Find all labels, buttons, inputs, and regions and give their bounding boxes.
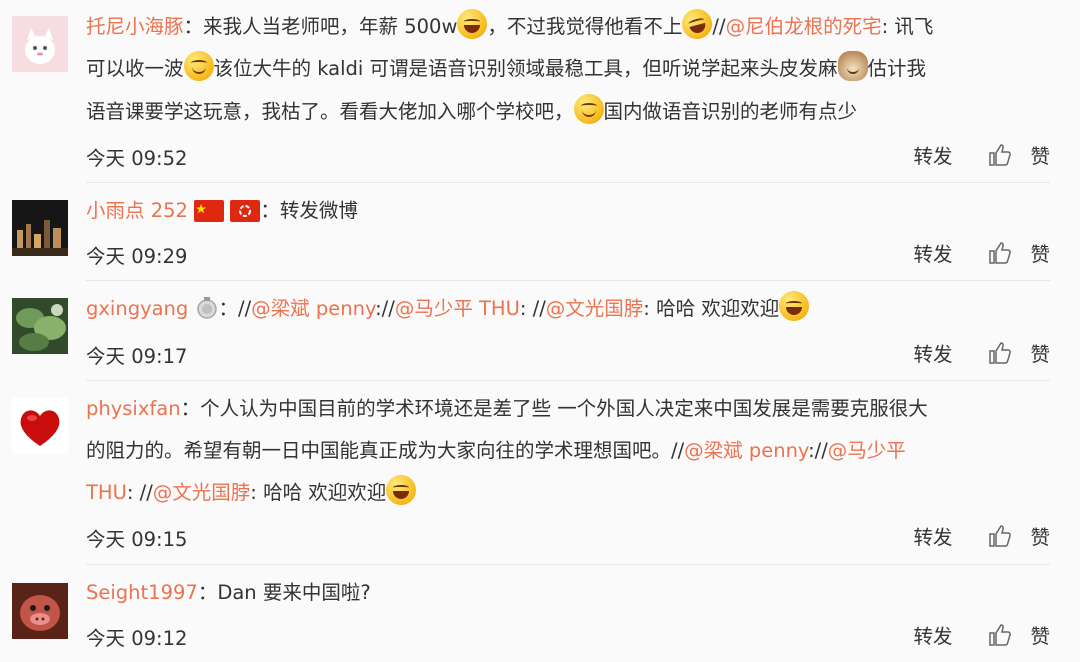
comment-text: //: [712, 15, 726, 38]
thumbs-up-icon[interactable]: [988, 524, 1012, 548]
comment-text: 可以收一波: [86, 57, 184, 80]
username-link[interactable]: Seight1997: [86, 581, 198, 604]
mention-link[interactable]: @梁斌 penny: [251, 297, 375, 320]
comment-actions: 转发 赞: [913, 338, 1050, 367]
city-night-avatar-image: [12, 200, 68, 256]
comment-actions: 转发 赞: [913, 521, 1050, 550]
smile-emoji-icon: [183, 51, 214, 81]
like-button[interactable]: 赞: [1030, 338, 1050, 367]
comment-timestamp: 今天 09:15: [86, 528, 188, 551]
comment-text-line: THU: //@文光国脖: 哈哈 欢迎欢迎: [86, 472, 417, 514]
comment-text: 估计我: [867, 57, 927, 80]
laughing-emoji-icon: [779, 291, 810, 321]
comment-timestamp: 今天 09:29: [86, 245, 188, 268]
separator: ：: [197, 581, 218, 604]
like-button[interactable]: 赞: [1030, 620, 1050, 649]
comment-actions: 转发 赞: [913, 620, 1050, 649]
comment-text: Dan 要来中国啦?: [217, 581, 371, 604]
comment-text: : //: [126, 481, 153, 504]
repost-button[interactable]: 转发: [913, 238, 952, 267]
comment-text: 转发微博: [279, 199, 358, 222]
repost-button[interactable]: 转发: [913, 140, 952, 169]
thumbs-up-icon[interactable]: [988, 623, 1012, 647]
comment-text-line: gxingyang ：//@梁斌 penny://@马少平 THU: //@文光…: [86, 288, 810, 330]
thumbs-up-icon[interactable]: [988, 341, 1012, 365]
comment-text: ，不过我觉得他看不上: [487, 15, 683, 38]
plant-avatar-image: [12, 298, 68, 354]
heart-avatar-image: [12, 398, 68, 454]
avatar[interactable]: [12, 398, 68, 454]
comment-text-line: 托尼小海豚：来我人当老师吧，年薪 500w ，不过我觉得他看不上 //@尼伯龙根的死…: [86, 5, 934, 48]
comment-text: ://: [375, 297, 395, 320]
comment-text-line: 可以收一波 该位大牛的 kaldi 可谓是语音识别领域最稳工具，但听说学起来头皮发…: [86, 48, 926, 90]
mention-link[interactable]: @马少平 THU: [395, 297, 520, 320]
comment-text: 的阻力的。希望有朝一日中国能真正成为大家向往的学术理想国吧。//: [86, 439, 685, 462]
like-button[interactable]: 赞: [1030, 521, 1050, 550]
separator: ：: [180, 397, 201, 420]
comment-timestamp: 今天 09:12: [86, 627, 188, 650]
comment-text: : //: [519, 297, 546, 320]
mention-link[interactable]: @文光国脖: [546, 297, 644, 320]
avatar[interactable]: [12, 200, 68, 256]
comment-text: 国内做语音识别的老师有点少: [603, 100, 858, 123]
divider: [86, 182, 1050, 183]
username-link[interactable]: gxingyang: [86, 297, 188, 320]
china-flag-icon: [194, 200, 225, 222]
laughing-emoji-icon: [457, 9, 488, 39]
comment-text-line: Seight1997：Dan 要来中国啦?: [86, 572, 371, 614]
comment-text-line: physixfan：个人认为中国目前的学术环境还是差了些 一个外国人决定来中国发…: [86, 388, 928, 430]
comment-actions: 转发 赞: [913, 140, 1050, 169]
mention-link[interactable]: THU: [86, 481, 127, 504]
medal-icon: [196, 297, 217, 319]
comment-text: ://: [808, 439, 828, 462]
username-link[interactable]: physixfan: [86, 397, 181, 420]
like-button[interactable]: 赞: [1030, 140, 1050, 169]
divider: [86, 564, 1050, 565]
comment-text: 语音课要学这玩意，我枯了。看看大佬加入哪个学校吧，: [86, 100, 574, 123]
comment-text-line: 小雨点 252 ：转发微博: [86, 190, 358, 232]
crying-laugh-emoji-icon: [679, 5, 716, 43]
divider: [86, 280, 1050, 281]
avatar[interactable]: [12, 16, 68, 72]
thumbs-up-icon[interactable]: [988, 143, 1012, 167]
separator: ：: [260, 199, 280, 222]
divider: [86, 380, 1050, 381]
comment-text: 来我人当老师吧，年薪 500w: [203, 15, 458, 38]
separator: ：: [218, 297, 239, 320]
character-avatar-image: [12, 583, 68, 639]
comment-text: 该位大牛的 kaldi 可谓是语音识别领域最稳工具，但听说学起来头皮发麻: [213, 57, 838, 80]
comment-text: : 哈哈 欢迎欢迎: [250, 481, 387, 504]
comment-text: 个人认为中国目前的学术环境还是差了些 一个外国人决定来中国发展是需要克服很大: [200, 397, 928, 420]
avatar[interactable]: [12, 583, 68, 639]
mention-link[interactable]: @尼伯龙根的死宅: [726, 15, 882, 38]
username-link[interactable]: 托尼小海豚: [86, 15, 184, 38]
comment-timestamp: 今天 09:17: [86, 345, 188, 368]
like-button[interactable]: 赞: [1030, 238, 1050, 267]
comment-actions: 转发 赞: [913, 238, 1050, 267]
cat-emoji-icon: [837, 51, 868, 81]
comment-text-line: 语音课要学这玩意，我枯了。看看大佬加入哪个学校吧， 国内做语音识别的老师有点少: [86, 91, 857, 133]
repost-button[interactable]: 转发: [913, 338, 952, 367]
mention-link[interactable]: @文光国脖: [153, 481, 251, 504]
separator: ：: [183, 15, 204, 38]
hongkong-flag-icon: [230, 200, 261, 222]
comment-text: : 哈哈 欢迎欢迎: [643, 297, 780, 320]
comment-text-line: 的阻力的。希望有朝一日中国能真正成为大家向往的学术理想国吧。//@梁斌 penn…: [86, 430, 906, 472]
laughing-emoji-icon: [386, 475, 417, 505]
comment-timestamp: 今天 09:52: [86, 147, 188, 170]
comment-text: : 讯飞: [881, 15, 934, 38]
cat-avatar-image: [12, 16, 68, 72]
avatar[interactable]: [12, 298, 68, 354]
username-link[interactable]: 小雨点 252: [86, 199, 188, 222]
mention-link[interactable]: @马少平: [828, 439, 906, 462]
comment-text: //: [238, 297, 252, 320]
thumbs-up-icon[interactable]: [988, 241, 1012, 265]
smile-emoji-icon: [573, 94, 604, 124]
repost-button[interactable]: 转发: [913, 620, 952, 649]
mention-link[interactable]: @梁斌 penny: [684, 439, 808, 462]
repost-button[interactable]: 转发: [913, 521, 952, 550]
